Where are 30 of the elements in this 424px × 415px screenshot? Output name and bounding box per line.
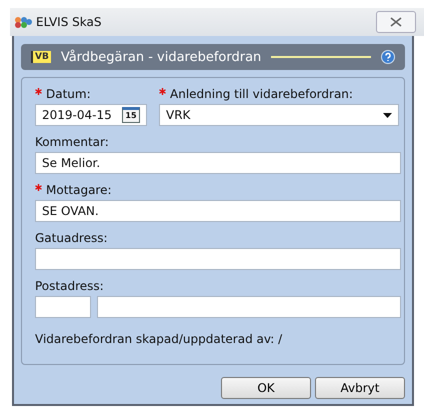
input-field[interactable] [35,296,91,318]
field-label: Mottagare: [35,182,401,198]
input-field[interactable] [35,248,401,270]
date-field[interactable]: 2019-04-15 15 [35,104,147,126]
dropdown-caret-icon [383,112,392,118]
window-title: ELVIS SkaS [36,15,102,29]
dropdown[interactable]: VRK [159,104,399,126]
required-icon [35,184,42,191]
field-label: Anledning till vidarebefordran: [159,86,399,102]
required-icon [159,88,166,95]
footer-note: Vidarebefordran skapad/uppdaterad av: / [35,332,284,346]
input-field[interactable] [97,296,401,318]
date-value: 2019-04-15 [42,108,112,122]
dialog-title: Vårdbegäran - vidarebefordran [60,50,262,64]
field-label: Postadress: [35,278,105,294]
field-label: Datum: [35,86,147,102]
app-logo-icon [14,16,32,28]
dialog-button[interactable]: Avbryt [315,377,405,399]
field-label: Kommentar: [35,134,110,150]
input-field[interactable]: SE OVAN. [35,200,401,222]
field-label: Gatuadress: [35,230,109,246]
help-icon[interactable] [381,50,395,64]
calendar-icon[interactable]: 15 [122,107,140,123]
dialog-button[interactable]: OK [221,377,311,399]
dropdown-value: VRK [166,108,190,122]
close-button[interactable] [376,11,416,33]
required-icon [35,88,42,95]
close-icon [390,17,402,27]
input-field[interactable]: Se Melior. [35,152,401,174]
module-badge: VB [31,51,51,63]
